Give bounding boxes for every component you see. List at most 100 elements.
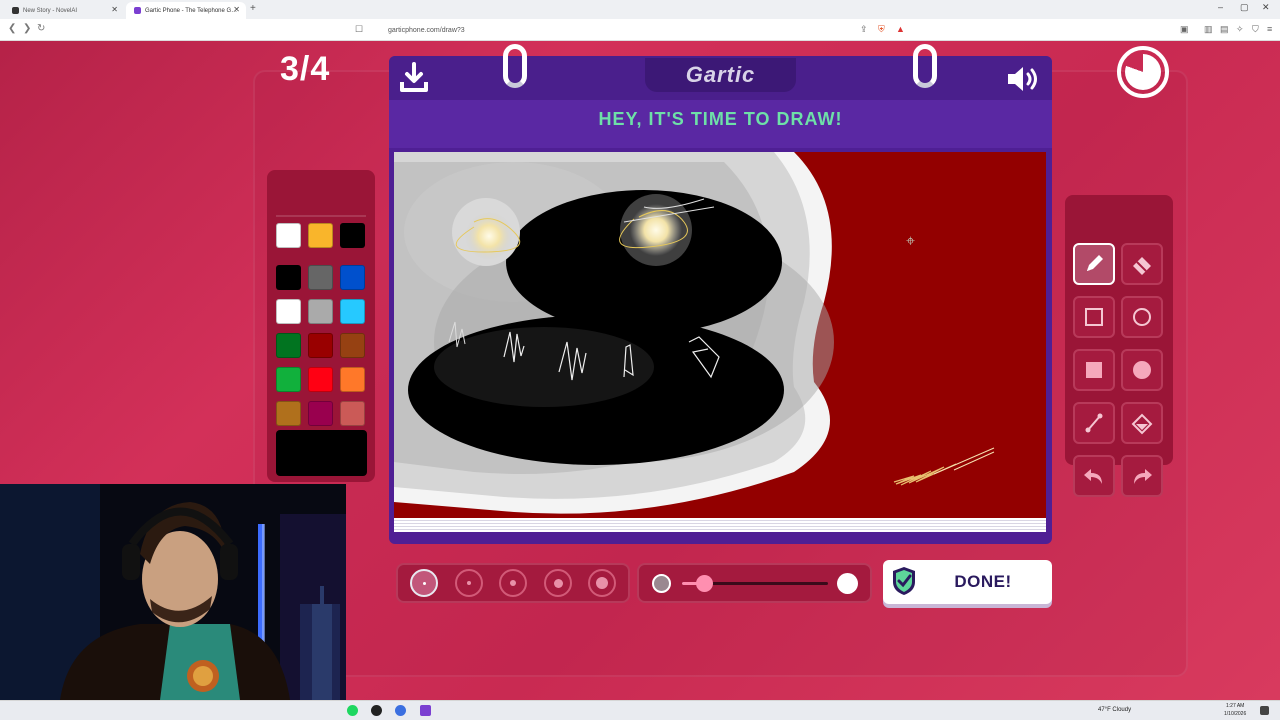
color-swatch[interactable] <box>308 333 333 358</box>
eraser-tool-button[interactable] <box>1121 243 1163 285</box>
redo-icon <box>1134 469 1152 484</box>
color-swatch[interactable] <box>340 299 365 324</box>
pencil-tool-button[interactable] <box>1073 243 1115 285</box>
notebook-pages <box>394 518 1046 532</box>
color-swatch[interactable] <box>340 223 365 248</box>
brush-size-3[interactable] <box>499 569 527 597</box>
obs-icon[interactable] <box>371 705 382 716</box>
tab-novelai[interactable]: New Story - NovelAI ✕ <box>4 2 124 19</box>
tab-title: New Story - NovelAI <box>23 7 78 14</box>
color-swatch[interactable] <box>276 367 301 392</box>
url-field[interactable]: garticphone.com/draw?3 <box>368 22 908 38</box>
menu-icon[interactable]: ≡ <box>1267 24 1272 34</box>
round-counter: 3/4 <box>280 50 331 88</box>
url-text: garticphone.com/draw?3 <box>388 26 465 34</box>
undo-button[interactable] <box>1073 455 1115 497</box>
rectangle-fill-tool-button[interactable] <box>1073 349 1115 391</box>
notification-icon[interactable] <box>1260 706 1269 715</box>
share-icon[interactable]: ⇪ <box>860 24 868 35</box>
vpn-icon[interactable]: ⛉ <box>1252 24 1259 35</box>
download-icon[interactable] <box>399 62 429 94</box>
browser-tab-bar: New Story - NovelAI ✕ Gartic Phone - The… <box>0 0 1280 19</box>
binder-ring-left <box>503 44 527 88</box>
wallet-icon[interactable]: ▤ <box>1220 24 1229 35</box>
color-swatch[interactable] <box>276 401 301 426</box>
redo-button[interactable] <box>1121 455 1163 497</box>
drawing-canvas[interactable] <box>394 152 1046 518</box>
close-tab-icon[interactable]: ✕ <box>233 5 240 14</box>
streamer-webcam-image <box>0 484 346 700</box>
color-swatch[interactable] <box>340 265 365 290</box>
sidebar-icon[interactable]: ▥ <box>1204 24 1213 35</box>
pencil-icon <box>1087 255 1103 271</box>
color-swatch[interactable] <box>276 223 301 248</box>
bookmark-icon[interactable]: ☐ <box>355 24 363 35</box>
drawing-artwork <box>394 152 995 514</box>
circle-outline-icon <box>1133 308 1151 326</box>
alert-icon[interactable]: ▲ <box>896 24 905 34</box>
color-swatch[interactable] <box>308 265 333 290</box>
rectangle-outline-tool-button[interactable] <box>1073 296 1115 338</box>
line-icon <box>1085 413 1103 433</box>
close-window-button[interactable]: ✕ <box>1262 2 1270 13</box>
maximize-button[interactable]: ▢ <box>1240 2 1249 13</box>
minimize-button[interactable]: – <box>1218 2 1223 12</box>
browser-taskbar-icon[interactable] <box>395 705 406 716</box>
binder-ring-right <box>913 44 937 88</box>
color-swatch[interactable] <box>340 367 365 392</box>
opacity-slider-thumb[interactable] <box>695 575 713 592</box>
line-tool-button[interactable] <box>1073 402 1115 444</box>
brush-size-4[interactable] <box>544 569 572 597</box>
ellipse-fill-tool-button[interactable] <box>1121 349 1163 391</box>
ellipse-outline-tool-button[interactable] <box>1121 296 1163 338</box>
circle-filled-icon <box>1133 361 1151 379</box>
square-outline-icon <box>1085 308 1103 326</box>
selected-color-preview <box>276 430 367 476</box>
address-bar-row: ❮ ❯ ↻ ☐ garticphone.com/draw?3 ⇪ ⛨ ▲ ▣ ▥… <box>0 19 1280 41</box>
color-swatch[interactable] <box>308 401 333 426</box>
ai-icon[interactable]: ✧ <box>1236 24 1244 35</box>
color-swatch[interactable] <box>308 367 333 392</box>
cursor-crosshair-icon: ⌖ <box>906 233 916 250</box>
square-filled-icon <box>1086 362 1102 378</box>
opacity-min-icon <box>652 574 671 593</box>
new-tab-button[interactable]: + <box>250 3 256 14</box>
extensions-icon[interactable]: ▣ <box>1180 24 1189 35</box>
color-swatch[interactable] <box>276 299 301 324</box>
brush-size-2[interactable] <box>455 569 483 597</box>
color-swatch[interactable] <box>308 299 333 324</box>
opacity-max-icon <box>837 573 858 594</box>
check-badge-icon <box>893 567 915 595</box>
forward-icon[interactable]: ❯ <box>23 23 31 34</box>
spotify-icon[interactable] <box>347 705 358 716</box>
eraser-icon <box>1133 257 1151 275</box>
brave-shield-icon[interactable]: ⛨ <box>878 24 885 35</box>
color-swatch[interactable] <box>340 333 365 358</box>
color-swatch[interactable] <box>276 265 301 290</box>
close-tab-icon[interactable]: ✕ <box>111 5 118 14</box>
sound-icon[interactable] <box>1005 64 1041 94</box>
tab-title: Gartic Phone - The Telephone G… <box>145 7 238 14</box>
weather-readout[interactable]: 47°F Cloudy <box>1098 707 1131 713</box>
clock-date[interactable]: 1/10/2026 <box>1224 711 1246 717</box>
undo-icon <box>1084 469 1102 484</box>
palette-divider <box>276 215 366 217</box>
draw-prompt-headline: HEY, IT'S TIME TO DRAW! <box>598 109 843 129</box>
color-swatch[interactable] <box>276 333 301 358</box>
gartic-favicon-icon <box>134 7 141 14</box>
fill-bucket-tool-button[interactable] <box>1121 402 1163 444</box>
twitch-icon[interactable] <box>420 705 431 716</box>
brush-size-1[interactable] <box>410 569 438 597</box>
color-swatch[interactable] <box>308 223 333 248</box>
done-button[interactable]: DONE! <box>883 560 1052 604</box>
back-icon[interactable]: ❮ <box>8 23 16 34</box>
webcam-overlay <box>0 484 346 700</box>
os-taskbar: 47°F Cloudy 1:27 AM 1/10/2026 <box>0 700 1280 720</box>
brush-size-5[interactable] <box>588 569 616 597</box>
gartic-logo: Gartic <box>685 62 756 87</box>
color-swatch[interactable] <box>340 401 365 426</box>
tab-gartic-phone[interactable]: Gartic Phone - The Telephone G… ✕ <box>126 2 246 19</box>
reload-icon[interactable]: ↻ <box>37 23 45 34</box>
done-label: DONE! <box>954 572 1012 591</box>
clock-time[interactable]: 1:27 AM <box>1226 703 1244 709</box>
